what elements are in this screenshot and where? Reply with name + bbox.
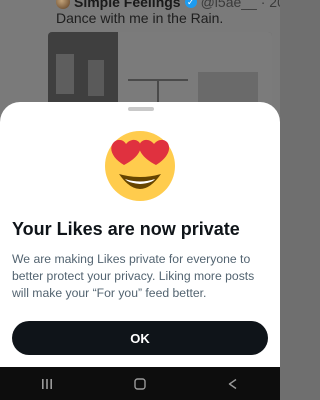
sheet-title: Your Likes are now private [12, 219, 240, 239]
tweet-author: Simple Feelings [74, 0, 181, 10]
likes-private-sheet: Your Likes are now private We are making… [0, 102, 280, 367]
back-icon [229, 378, 237, 389]
drag-handle[interactable] [128, 107, 154, 111]
ok-button[interactable]: OK [12, 321, 268, 355]
system-navigation-bar [0, 367, 280, 400]
tweet-text: Dance with me in the Rain. [56, 10, 224, 26]
home-button[interactable] [120, 367, 160, 400]
smiling-face-with-heart-eyes-icon [105, 131, 175, 201]
sheet-description: We are making Likes private for everyone… [12, 252, 255, 300]
back-button[interactable] [213, 367, 253, 400]
recents-button[interactable] [27, 367, 67, 400]
avatar [56, 0, 70, 9]
tweet-handle: @i5ae__ · 20 [200, 0, 280, 10]
verified-badge-icon: ✓ [184, 0, 197, 8]
home-icon [134, 377, 146, 390]
recents-icon [41, 378, 52, 389]
